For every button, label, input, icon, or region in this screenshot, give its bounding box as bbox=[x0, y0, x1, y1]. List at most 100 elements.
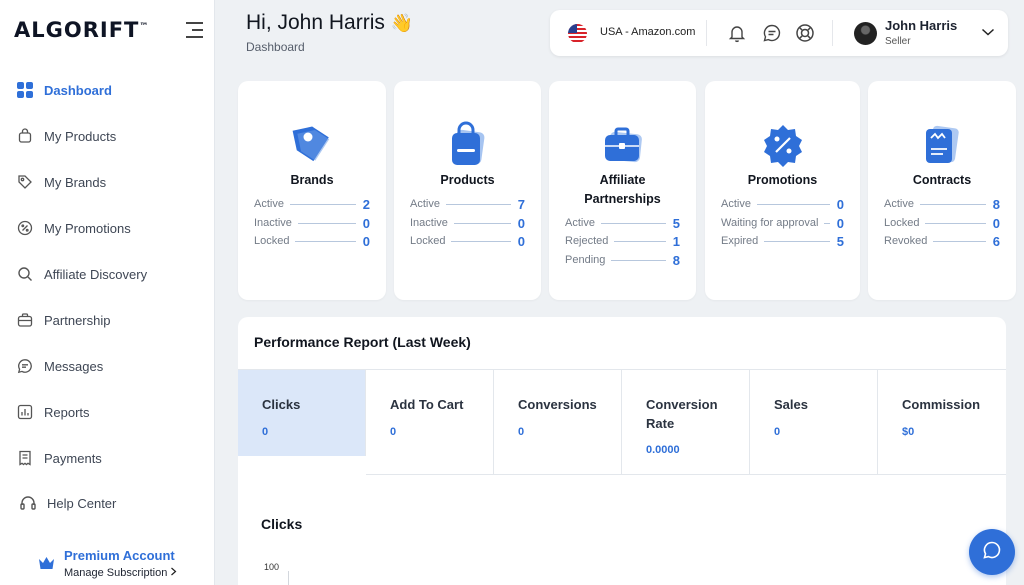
metric-label: Clicks bbox=[262, 397, 301, 412]
app-logo[interactable]: ALGORIFT™ bbox=[14, 18, 149, 42]
manage-subscription-link[interactable]: Manage Subscription bbox=[64, 567, 177, 579]
metric-tab-add-to-cart[interactable]: Add To Cart 0 bbox=[366, 370, 494, 475]
lifebuoy-icon[interactable] bbox=[795, 23, 815, 43]
metric-tab-commission[interactable]: Commission $0 bbox=[878, 370, 1006, 475]
stat-value: 8 bbox=[992, 196, 1000, 212]
sidebar: ALGORIFT™ Dashboard My Products My Brand… bbox=[0, 0, 215, 585]
menu-toggle-icon[interactable] bbox=[186, 22, 203, 43]
stat-row: Locked 0 bbox=[410, 233, 525, 249]
stat-row: Active 0 bbox=[721, 196, 844, 212]
contract-document-icon bbox=[916, 119, 968, 171]
products-card[interactable]: Products Active 7 Inactive 0 Locked 0 bbox=[394, 81, 541, 300]
premium-title: Premium Account bbox=[64, 548, 175, 563]
contracts-card[interactable]: Contracts Active 8 Locked 0 Revoked 6 bbox=[868, 81, 1016, 300]
metric-tab-clicks[interactable]: Clicks 0 bbox=[238, 370, 366, 456]
search-icon bbox=[16, 265, 34, 283]
stat-row: Inactive 0 bbox=[254, 215, 370, 231]
card-title: Products bbox=[440, 173, 495, 187]
greeting-text: Hi, John Harris bbox=[246, 11, 385, 34]
metric-value: 0.0000 bbox=[646, 444, 680, 456]
performance-report: Performance Report (Last Week) Clicks 0 … bbox=[238, 317, 1006, 585]
brand-tag-icon bbox=[286, 119, 338, 171]
stat-row: Active 7 bbox=[410, 196, 525, 212]
user-role: Seller bbox=[885, 36, 911, 47]
stat-value: 0 bbox=[836, 215, 844, 231]
metric-label: Commission bbox=[902, 397, 981, 412]
promotions-card[interactable]: Promotions Active 0 Waiting for approval 0… bbox=[705, 81, 860, 300]
card-title: Promotions bbox=[747, 173, 818, 187]
briefcase-icon bbox=[597, 119, 649, 171]
sidebar-item-partnership[interactable]: Partnership bbox=[16, 311, 110, 329]
invoice-icon bbox=[16, 449, 34, 467]
y-axis-line bbox=[288, 571, 289, 585]
sidebar-item-dashboard[interactable]: Dashboard bbox=[16, 81, 112, 99]
sidebar-item-label: Partnership bbox=[44, 312, 111, 328]
chat-support-button[interactable] bbox=[969, 529, 1015, 575]
metric-tab-conversion-rate[interactable]: Conversion Rate 0.0000 bbox=[622, 370, 750, 475]
sidebar-item-messages[interactable]: Messages bbox=[16, 357, 103, 375]
sidebar-item-label: My Promotions bbox=[44, 220, 131, 236]
stat-value: 1 bbox=[672, 233, 680, 249]
sidebar-item-my-products[interactable]: My Products bbox=[16, 127, 116, 145]
stat-value: 0 bbox=[517, 233, 525, 249]
discount-badge-icon bbox=[757, 119, 809, 171]
y-axis-tick-label: 100 bbox=[264, 562, 280, 572]
logo-trademark: ™ bbox=[139, 22, 150, 32]
sidebar-item-affiliate-discovery[interactable]: Affiliate Discovery bbox=[16, 265, 147, 283]
briefcase-icon bbox=[16, 311, 34, 329]
percent-badge-icon bbox=[16, 219, 34, 237]
stat-label: Active bbox=[410, 198, 440, 210]
metric-label: Sales bbox=[774, 397, 808, 412]
stat-value: 8 bbox=[672, 252, 680, 268]
metric-label: Add To Cart bbox=[390, 397, 464, 412]
greeting-heading: Hi, John Harris 👋 bbox=[246, 11, 413, 35]
metric-value: $0 bbox=[902, 426, 915, 438]
avatar[interactable] bbox=[854, 22, 877, 45]
sidebar-item-help-center[interactable]: Help Center bbox=[19, 494, 116, 512]
metric-value: 0 bbox=[774, 426, 781, 438]
chat-bubble-icon[interactable] bbox=[762, 23, 782, 43]
stat-value: 5 bbox=[836, 233, 844, 249]
chevron-down-icon[interactable] bbox=[980, 24, 996, 45]
sidebar-item-my-promotions[interactable]: My Promotions bbox=[16, 219, 131, 237]
sidebar-item-reports[interactable]: Reports bbox=[16, 403, 90, 421]
metric-tab-sales[interactable]: Sales 0 bbox=[750, 370, 878, 475]
top-bar: USA - Amazon.com John Harris Seller bbox=[550, 10, 1008, 56]
card-title: Contracts bbox=[912, 173, 972, 187]
brands-card[interactable]: Brands Active 2 Inactive 0 Locked 0 bbox=[238, 81, 386, 300]
metric-value: 0 bbox=[390, 426, 397, 438]
metric-tab-conversions[interactable]: Conversions 0 bbox=[494, 370, 622, 475]
chat-icon bbox=[982, 540, 1002, 565]
stat-label: Revoked bbox=[884, 235, 928, 247]
stat-value: 2 bbox=[362, 196, 370, 212]
waving-hand-icon: 👋 bbox=[390, 13, 414, 33]
tag-icon bbox=[16, 173, 34, 191]
user-name: John Harris bbox=[885, 18, 958, 33]
stat-row: Active 2 bbox=[254, 196, 370, 212]
divider bbox=[706, 20, 707, 46]
bell-icon[interactable] bbox=[727, 23, 747, 43]
stat-label: Inactive bbox=[410, 217, 448, 229]
stat-label: Locked bbox=[410, 235, 446, 247]
sidebar-item-payments[interactable]: Payments bbox=[16, 449, 102, 467]
sidebar-item-label: My Products bbox=[44, 128, 117, 144]
logo-text: ALGORIFT bbox=[14, 18, 140, 42]
marketplace-selector[interactable]: USA - Amazon.com bbox=[600, 26, 695, 38]
stat-value: 0 bbox=[992, 215, 1000, 231]
sidebar-item-label: Messages bbox=[44, 358, 104, 374]
grid-icon bbox=[16, 81, 34, 99]
stat-label: Expired bbox=[721, 235, 759, 247]
sidebar-item-my-brands[interactable]: My Brands bbox=[16, 173, 106, 191]
bar-chart-icon bbox=[16, 403, 34, 421]
stat-row: Waiting for approval 0 bbox=[721, 215, 844, 231]
stat-label: Active bbox=[565, 217, 595, 229]
metric-label: Conversions bbox=[518, 397, 597, 412]
sidebar-item-label: Dashboard bbox=[44, 82, 112, 98]
manage-subscription-label: Manage Subscription bbox=[64, 567, 168, 579]
affiliate-partnerships-card[interactable]: Affiliate Partnerships Active 5 Rejected 1… bbox=[549, 81, 696, 300]
sidebar-item-label: Payments bbox=[44, 450, 102, 466]
stat-label: Locked bbox=[254, 235, 290, 247]
stat-row: Active 5 bbox=[565, 215, 680, 231]
card-title: Brands bbox=[290, 173, 334, 187]
us-flag-icon[interactable] bbox=[568, 24, 587, 43]
